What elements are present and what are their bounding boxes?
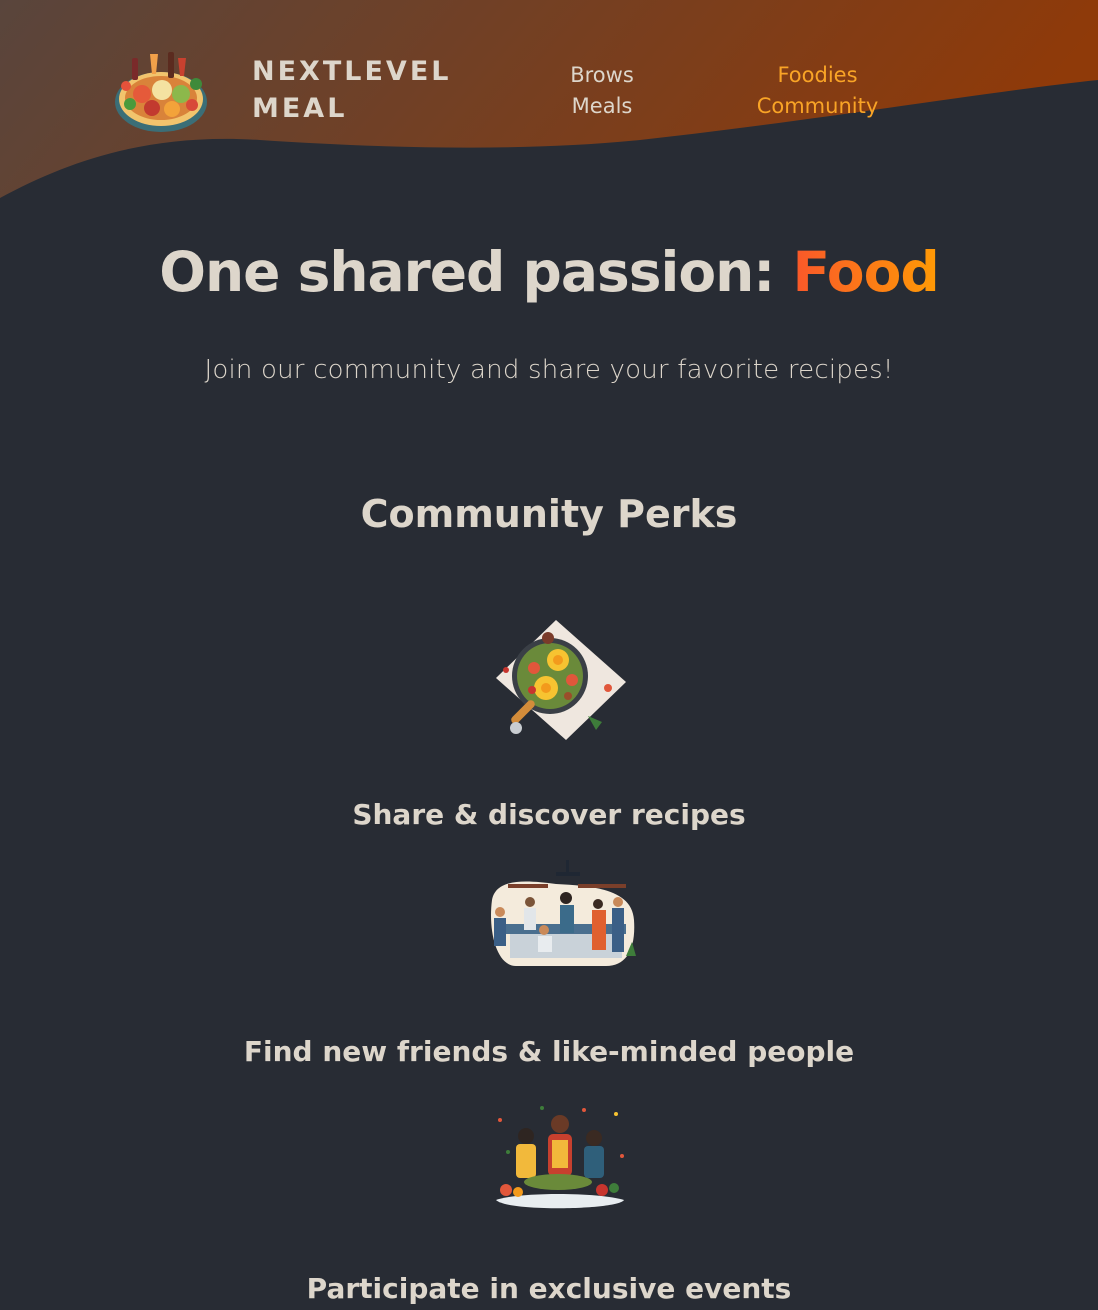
food-pan-illustration-icon bbox=[496, 620, 626, 740]
food-platter-logo-icon bbox=[115, 52, 207, 132]
perk-label: Share & discover recipes bbox=[352, 798, 746, 831]
perk-label: Participate in exclusive events bbox=[306, 1272, 792, 1305]
kitchen-people-illustration-icon bbox=[491, 860, 636, 966]
nav-link-label-line-1: Foodies bbox=[777, 63, 858, 87]
page-subtitle: Join our community and share your favori… bbox=[0, 355, 1098, 385]
perk-label: Find new friends & like-minded people bbox=[243, 1035, 855, 1068]
logo-line-2: MEAL bbox=[252, 93, 348, 124]
nav-link-label-line-1: Brows bbox=[570, 63, 634, 87]
perks-heading: Community Perks bbox=[360, 492, 738, 536]
nav-link-label-line-2: Community bbox=[756, 94, 879, 118]
logo-link[interactable]: NEXTLEVEL MEAL bbox=[112, 44, 451, 136]
page-title: One shared passion: Food bbox=[0, 240, 1098, 304]
logo-wordmark: NEXTLEVEL MEAL bbox=[252, 53, 451, 127]
logo-line-1: NEXTLEVEL bbox=[252, 56, 452, 87]
title-accent: Food bbox=[792, 240, 939, 304]
nav-link-label-line-2: Meals bbox=[571, 94, 633, 118]
title-prefix: One shared passion: bbox=[159, 240, 793, 304]
subtitle-text: Join our community and share your favori… bbox=[204, 355, 894, 385]
nav-link-foodies-community[interactable]: Foodies Community bbox=[730, 60, 905, 122]
nav-link-browse-meals[interactable]: Brows Meals bbox=[522, 60, 682, 122]
cooking-event-illustration-icon bbox=[496, 1106, 624, 1209]
main-header: NEXTLEVEL MEAL Brows Meals Foodies Commu… bbox=[0, 0, 1098, 160]
page: NEXTLEVEL MEAL Brows Meals Foodies Commu… bbox=[0, 0, 1098, 1310]
